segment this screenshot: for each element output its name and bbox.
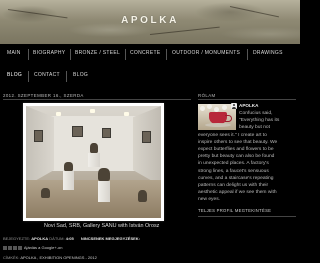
nav-item-blog-2[interactable]: BLOG <box>73 72 88 78</box>
painting <box>34 130 43 142</box>
nav-item-concrete[interactable]: CONCRETE <box>130 50 160 56</box>
sculpture <box>90 143 98 153</box>
quote-line: beauty but not <box>239 125 270 131</box>
full-profile-link[interactable]: TELJES PROFIL MEGTEKINTÉSE <box>198 208 271 213</box>
nav-divider <box>28 71 29 82</box>
nav-item-main[interactable]: MAIN <box>7 50 21 56</box>
share-row: Ajánlás a Google+-on <box>3 245 62 250</box>
quote-line: Confucius said, <box>239 111 273 116</box>
painting <box>142 131 151 143</box>
ceiling-light <box>90 109 95 113</box>
post-date: 2012. SZEPTEMBER 16., SZERDA <box>3 93 84 98</box>
comments-link[interactable]: NINCSENEK MEGJEGYZÉSEK: <box>81 236 140 241</box>
nav-item-blog[interactable]: BLOG <box>7 72 22 78</box>
quote-line: patterns can delight us with their <box>198 183 269 189</box>
post-meta: BEJEGYEZTE: APOLKA DÁTUM: 4:05 NINCSENEK… <box>3 236 140 241</box>
post-time-link[interactable]: 4:05 <box>66 236 74 241</box>
profile-name[interactable]: APOLKA <box>239 103 258 108</box>
quote-line: aesthetic appeal if we see them with <box>198 190 277 196</box>
post-photo[interactable] <box>23 103 164 221</box>
pedestal <box>88 153 100 167</box>
quote-line: inspire others to see that beauty. We <box>198 139 278 145</box>
labels-label: CÍMKÉK: <box>3 255 20 260</box>
profile-icon <box>231 103 237 109</box>
divider <box>3 99 191 100</box>
sculpture <box>138 190 147 202</box>
nav-divider <box>66 71 67 82</box>
quote-line: everyone sees it." I create art to <box>198 132 267 138</box>
nav-row-1: MAIN BIOGRAPHY BRONZE / STEEL CONCRETE O… <box>0 48 300 62</box>
pedestal <box>63 171 74 190</box>
banner-texture <box>149 26 220 35</box>
pedestal <box>98 181 110 202</box>
sculpture <box>41 188 50 198</box>
gallery-wall-right <box>133 106 161 186</box>
profile-description: Confucius said, "Everything has its beau… <box>198 110 296 204</box>
nav-item-bronze-steel[interactable]: BRONZE / STEEL <box>75 50 120 56</box>
gallery-photo <box>26 106 161 218</box>
site-title[interactable]: APOLKA <box>0 15 300 26</box>
nav-divider <box>166 49 167 60</box>
quote-line: in unexpected places. A factory's <box>198 161 269 167</box>
painting <box>102 128 111 138</box>
twitter-share-icon[interactable] <box>13 245 17 250</box>
nav-divider <box>125 49 126 60</box>
gallery-wall-left <box>26 106 54 186</box>
sidebar-title: RÓLAM <box>198 93 216 98</box>
nav-divider <box>28 49 29 60</box>
photo-caption: Novi Sad, SRB, Gallery SANU with István … <box>44 223 160 229</box>
email-share-icon[interactable] <box>3 245 7 250</box>
header-banner: APOLKA <box>0 0 300 44</box>
quote-line: curves, and a staircase's repeating <box>198 175 274 181</box>
author-link[interactable]: APOLKA <box>31 236 48 241</box>
nav-item-outdoor-monuments[interactable]: OUTDOOR / MONUMENTS <box>172 50 240 56</box>
labels-row: CÍMKÉK: APOLKA , EXHIBITION OPENINGS - 2… <box>3 255 97 260</box>
ceiling-light <box>124 112 129 116</box>
main-nav: MAIN BIOGRAPHY BRONZE / STEEL CONCRETE O… <box>0 48 300 84</box>
divider <box>198 99 296 100</box>
time-label: DÁTUM: <box>49 236 65 241</box>
quote-line: new eyes. <box>198 197 221 203</box>
quote-line: "Everything has its <box>239 118 280 124</box>
sculpture <box>98 168 110 181</box>
divider <box>198 216 296 217</box>
blog-share-icon[interactable] <box>8 245 12 250</box>
nav-divider <box>247 49 248 60</box>
blossom <box>207 104 212 109</box>
ceiling-light <box>56 112 61 116</box>
nav-item-biography[interactable]: BIOGRAPHY <box>33 50 65 56</box>
posted-by-label: BEJEGYEZTE: <box>3 236 31 241</box>
quote-line: strong lines, a faucet's sensuous <box>198 168 269 174</box>
painting <box>72 126 83 137</box>
nav-item-drawings[interactable]: DRAWINGS <box>253 50 283 56</box>
quote-line: expect butterflies and flowers to be <box>198 147 274 153</box>
labels-links[interactable]: APOLKA , EXHIBITION OPENINGS - 2012 <box>20 255 96 260</box>
google-plus-share-link[interactable]: Ajánlás a Google+-on <box>24 245 63 250</box>
quote-line: pretty but beauty can also be found <box>198 154 275 160</box>
nav-divider <box>70 49 71 60</box>
nav-item-contact[interactable]: CONTACT <box>34 72 60 78</box>
sculpture <box>64 162 73 171</box>
facebook-share-icon[interactable] <box>18 245 22 250</box>
nav-row-2: BLOG CONTACT BLOG <box>0 70 300 84</box>
